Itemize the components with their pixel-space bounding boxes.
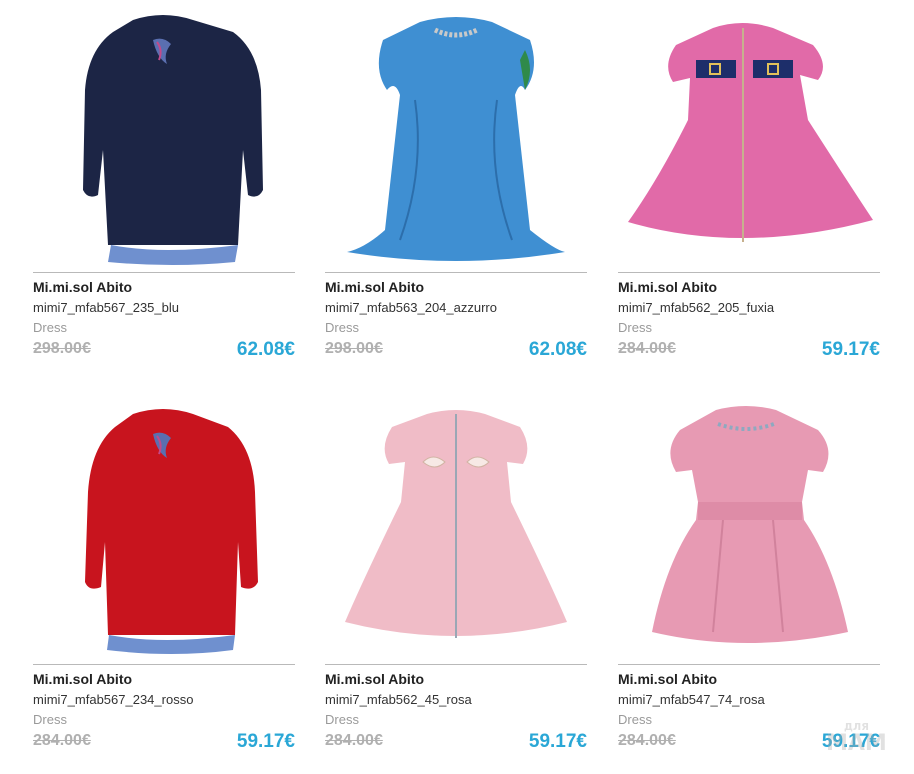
product-category: Dress xyxy=(33,712,67,727)
product-price: 59.17€ xyxy=(528,731,587,752)
product-brand[interactable]: Mi.mi.sol Abito xyxy=(33,279,132,295)
product-category: Dress xyxy=(618,712,652,727)
product-old-price: 298.00€ xyxy=(33,340,91,357)
product-brand[interactable]: Mi.mi.sol Abito xyxy=(325,671,424,687)
product-old-price: 284.00€ xyxy=(33,732,91,749)
product-old-price: 298.00€ xyxy=(325,340,383,357)
product-brand[interactable]: Mi.mi.sol Abito xyxy=(618,279,717,295)
product-sku[interactable]: mimi7_mfab547_74_rosa xyxy=(618,692,765,707)
product-old-price: 284.00€ xyxy=(618,340,676,357)
product-price: 59.17€ xyxy=(236,731,295,752)
product-price: 59.17€ xyxy=(821,339,880,360)
product-grid: Mi.mi.sol Abito mimi7_mfab567_235_blu Dr… xyxy=(0,0,914,774)
product-sku[interactable]: mimi7_mfab562_205_fuxia xyxy=(618,300,774,315)
card-separator xyxy=(618,272,880,273)
product-image[interactable] xyxy=(33,392,295,660)
card-separator xyxy=(325,272,587,273)
product-image[interactable] xyxy=(325,392,587,660)
product-category: Dress xyxy=(325,320,359,335)
product-image[interactable] xyxy=(33,0,295,268)
card-separator xyxy=(618,664,880,665)
product-old-price: 284.00€ xyxy=(325,732,383,749)
product-brand[interactable]: Mi.mi.sol Abito xyxy=(33,671,132,687)
product-category: Dress xyxy=(618,320,652,335)
product-category: Dress xyxy=(33,320,67,335)
product-price: 62.08€ xyxy=(236,339,295,360)
product-sku[interactable]: mimi7_mfab562_45_rosa xyxy=(325,692,472,707)
watermark-logo: ДЛЯ МАМ xyxy=(826,722,906,762)
product-category: Dress xyxy=(325,712,359,727)
card-separator xyxy=(33,272,295,273)
product-sku[interactable]: mimi7_mfab563_204_azzurro xyxy=(325,300,497,315)
product-image[interactable] xyxy=(618,392,880,660)
product-brand[interactable]: Mi.mi.sol Abito xyxy=(325,279,424,295)
product-sku[interactable]: mimi7_mfab567_234_rosso xyxy=(33,692,193,707)
card-separator xyxy=(325,664,587,665)
card-separator xyxy=(33,664,295,665)
watermark-line2: МАМ xyxy=(826,731,887,756)
product-price: 62.08€ xyxy=(528,339,587,360)
product-sku[interactable]: mimi7_mfab567_235_blu xyxy=(33,300,179,315)
pink-pleated-dress-image xyxy=(652,406,848,643)
product-brand[interactable]: Mi.mi.sol Abito xyxy=(618,671,717,687)
product-old-price: 284.00€ xyxy=(618,732,676,749)
red-sweater-dress-image xyxy=(85,409,258,654)
pink-brocade-dress-image xyxy=(345,410,567,638)
product-image[interactable] xyxy=(618,0,880,268)
navy-sweater-dress-image xyxy=(83,15,263,265)
blue-satin-dress-image xyxy=(347,17,565,261)
pink-zip-dress-image xyxy=(628,23,873,242)
product-image[interactable] xyxy=(325,0,587,268)
